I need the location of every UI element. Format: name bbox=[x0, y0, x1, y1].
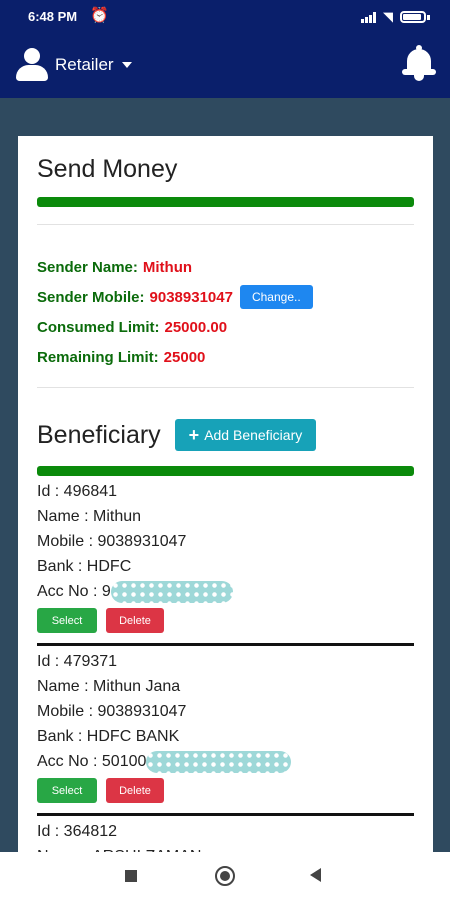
beneficiary-title: Beneficiary bbox=[37, 420, 161, 449]
add-beneficiary-button[interactable]: + Add Beneficiary bbox=[174, 419, 317, 451]
beneficiary-account: Acc No : 9 bbox=[37, 583, 111, 600]
remaining-limit-row: Remaining Limit: 25000 bbox=[37, 342, 414, 372]
app-header: Retailer bbox=[0, 32, 450, 98]
beneficiary-name: Name : ARSHI ZAMAN bbox=[37, 844, 414, 852]
beneficiary-id: Id : 364812 bbox=[37, 823, 118, 840]
select-beneficiary-button[interactable]: Select bbox=[37, 608, 97, 633]
consumed-limit-row: Consumed Limit: 25000.00 bbox=[37, 312, 414, 342]
beneficiary-mobile: Mobile : 9038931047 bbox=[37, 703, 187, 720]
plus-icon: + bbox=[188, 425, 200, 445]
caret-down-icon bbox=[121, 62, 132, 68]
sender-name-row: Sender Name: Mithun bbox=[37, 252, 414, 282]
home-icon[interactable] bbox=[215, 866, 235, 886]
sender-name-value: Mithun bbox=[142, 258, 193, 276]
sender-mobile-label: Sender Mobile: bbox=[37, 288, 145, 306]
status-bar: 6:48 PM ⏰ ◥ bbox=[0, 0, 450, 32]
user-icon bbox=[15, 48, 49, 82]
beneficiary-bank: Bank : HDFC BANK bbox=[37, 728, 180, 745]
bell-icon[interactable] bbox=[402, 45, 436, 83]
alarm-clock-icon: ⏰ bbox=[90, 7, 109, 24]
beneficiary-item: Id : 479371 Name : Mithun Jana Mobile : … bbox=[37, 646, 414, 816]
divider bbox=[37, 387, 414, 388]
beneficiary-header: Beneficiary + Add Beneficiary bbox=[37, 415, 414, 455]
consumed-limit-value: 25000.00 bbox=[164, 318, 228, 336]
retailer-menu[interactable]: Retailer bbox=[15, 48, 132, 82]
beneficiary-id: Id : 496841 bbox=[37, 483, 118, 500]
beneficiary-account-row: Acc No : 50100 bbox=[37, 749, 414, 774]
beneficiary-account: Acc No : 50100 bbox=[37, 753, 147, 770]
status-time: 6:48 PM bbox=[28, 9, 78, 24]
change-sender-button[interactable]: Change.. bbox=[239, 285, 313, 309]
wifi-icon: ◥ bbox=[383, 9, 393, 24]
sender-mobile-row: Sender Mobile: 9038931047 Change.. bbox=[37, 282, 414, 312]
beneficiary-mobile: Mobile : 9038931047 bbox=[37, 533, 187, 550]
divider bbox=[37, 224, 414, 225]
beneficiary-name: Name : Mithun Jana bbox=[37, 678, 181, 695]
sender-info: Sender Name: Mithun Sender Mobile: 90389… bbox=[37, 252, 414, 372]
sender-name-label: Sender Name: bbox=[37, 258, 138, 276]
beneficiary-bank: Bank : HDFC bbox=[37, 558, 132, 575]
battery-icon bbox=[400, 11, 426, 23]
beneficiary-item: Id : 364812 Name : ARSHI ZAMAN bbox=[37, 816, 414, 852]
beneficiary-id: Id : 479371 bbox=[37, 653, 118, 670]
beneficiary-actions: Select Delete bbox=[37, 608, 414, 634]
delete-beneficiary-button[interactable]: Delete bbox=[106, 608, 164, 633]
android-nav-bar bbox=[0, 852, 450, 900]
battery-tip-icon bbox=[427, 14, 430, 20]
remaining-limit-label: Remaining Limit: bbox=[37, 348, 159, 366]
delete-beneficiary-button[interactable]: Delete bbox=[106, 778, 164, 803]
beneficiary-progress-bar bbox=[37, 466, 414, 476]
retailer-label: Retailer bbox=[55, 55, 114, 74]
back-icon[interactable] bbox=[310, 868, 321, 882]
beneficiary-actions: Select Delete bbox=[37, 778, 414, 804]
send-money-card: Send Money Sender Name: Mithun Sender Mo… bbox=[18, 136, 433, 852]
beneficiary-name: Name : Mithun bbox=[37, 508, 142, 525]
send-money-progress-bar bbox=[37, 197, 414, 207]
redaction-mask bbox=[110, 580, 233, 603]
cell-signal-icon bbox=[361, 11, 376, 23]
beneficiary-account-row: Acc No : 9 bbox=[37, 579, 414, 604]
remaining-limit-value: 25000 bbox=[163, 348, 206, 366]
redaction-mask bbox=[146, 750, 292, 773]
select-beneficiary-button[interactable]: Select bbox=[37, 778, 97, 803]
send-money-title: Send Money bbox=[37, 155, 178, 183]
beneficiary-item: Id : 496841 Name : Mithun Mobile : 90389… bbox=[37, 476, 414, 646]
consumed-limit-label: Consumed Limit: bbox=[37, 318, 160, 336]
recents-icon[interactable] bbox=[125, 870, 137, 882]
add-beneficiary-label: Add Beneficiary bbox=[204, 427, 303, 443]
sender-mobile-value: 9038931047 bbox=[149, 288, 233, 306]
status-icons: ◥ bbox=[361, 9, 430, 25]
